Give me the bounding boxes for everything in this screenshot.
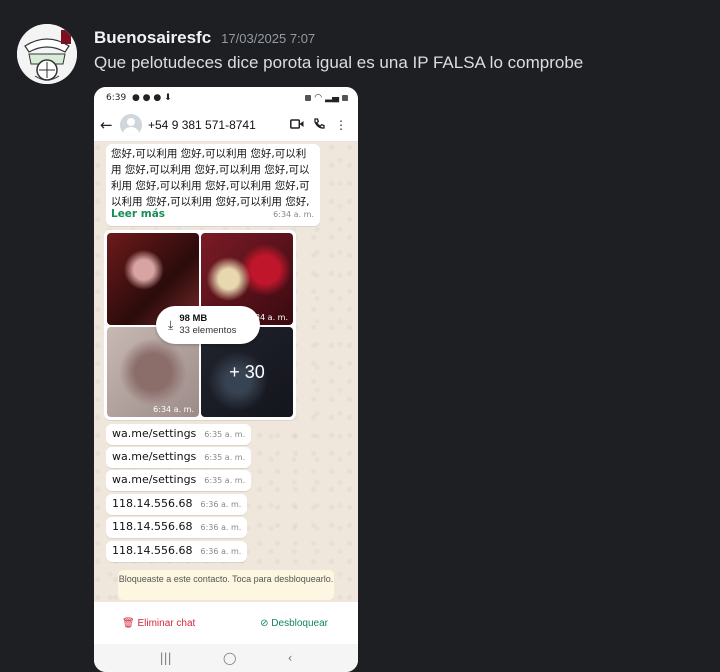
back-arrow-icon: ← <box>100 116 113 134</box>
whatsapp-chat-header: ← +54 9 381 571-8741 ⋮ <box>94 109 358 142</box>
status-time: 6:39 <box>106 93 127 103</box>
chat-area: 您好,可以利用 您好,可以利用 您好,可以利用 您好,可以利用 您好,可以利用 … <box>94 142 358 602</box>
alarm-icon <box>305 95 312 101</box>
bubble-text: wa.me/settings <box>112 427 197 440</box>
download-count: 33 elementos <box>179 325 237 336</box>
bubble-time: 6:35 a. m. <box>204 476 246 485</box>
username[interactable]: Buenosairesfc <box>94 28 211 48</box>
bubble-text: 118.14.556.68 <box>112 520 193 533</box>
message-header: Buenosairesfc 17/03/2025 7:07 <box>94 28 315 48</box>
media-time: 6:34 a. m. <box>153 405 194 414</box>
spam-text-bubble: 您好,可以利用 您好,可以利用 您好,可以利用 您好,可以利用 您好,可以利用 … <box>106 144 320 226</box>
video-call-icon <box>286 118 308 132</box>
bubble-text: wa.me/settings <box>112 450 197 463</box>
download-icon: ⤓ <box>168 317 174 332</box>
bubble-text: 118.14.556.68 <box>112 497 193 510</box>
bubble-text: 118.14.556.68 <box>112 544 193 557</box>
chat-message: Buenosairesfc 17/03/2025 7:07 Que pelotu… <box>0 0 720 672</box>
unblock-label: Desbloquear <box>271 617 328 629</box>
chat-bubble: wa.me/settings 6:35 a. m. <box>106 424 252 445</box>
trash-icon: 🗑 <box>122 617 135 629</box>
back-icon: ‹ <box>287 651 293 665</box>
download-pill: ⤓ 98 MB 33 elementos <box>156 306 260 344</box>
home-icon: ◯ <box>222 651 237 665</box>
media-gallery-bubble: 6:34 a. m. 6:34 a. m. + 30 ⤓ 98 MB 33 el… <box>104 230 296 420</box>
notification-icons: ● ● ● ⬇ <box>129 93 172 103</box>
android-nav-bar: ||| ◯ ‹ <box>94 644 358 672</box>
spam-text: 您好,可以利用 您好,可以利用 您好,可以利用 您好,可以利用 您好,可以利用 … <box>111 148 310 208</box>
blocked-action-bar: 🗑 Eliminar chat ⊘ Desbloquear <box>94 602 358 644</box>
battery-icon <box>342 95 348 101</box>
message-content: Que pelotudeces dice porota igual es una… <box>94 53 584 72</box>
bubble-time: 6:35 a. m. <box>204 430 246 439</box>
crest-logo-icon <box>17 24 77 84</box>
delete-chat-button: 🗑 Eliminar chat <box>122 618 195 629</box>
bubble-time: 6:35 a. m. <box>204 453 246 462</box>
user-avatar[interactable] <box>17 24 77 84</box>
bubble-time: 6:36 a. m. <box>200 547 242 556</box>
bubble-time: 6:36 a. m. <box>200 500 242 509</box>
status-icons: ◠ ▂▄ <box>305 93 348 103</box>
phone-call-icon <box>308 117 330 133</box>
image-attachment[interactable]: 6:39 ● ● ● ⬇ ◠ ▂▄ ← +54 9 381 571-8741 ⋮ <box>94 87 358 672</box>
recents-icon: ||| <box>159 651 172 665</box>
chat-bubble: wa.me/settings 6:35 a. m. <box>106 447 252 468</box>
bubble-text: wa.me/settings <box>112 473 197 486</box>
contact-avatar <box>120 114 142 136</box>
unblock-button: ⊘ Desbloquear <box>260 618 328 629</box>
chat-bubble: 118.14.556.68 6:36 a. m. <box>106 494 248 515</box>
wifi-icon: ◠ <box>314 93 323 103</box>
more-options-icon: ⋮ <box>335 118 347 132</box>
chat-bubble: wa.me/settings 6:35 a. m. <box>106 470 252 491</box>
chat-bubble: 118.14.556.68 6:36 a. m. <box>106 517 248 538</box>
phone-status-bar: 6:39 ● ● ● ⬇ ◠ ▂▄ <box>94 87 358 109</box>
message-timestamp: 17/03/2025 7:07 <box>221 31 316 46</box>
contact-phone: +54 9 381 571-8741 <box>148 118 256 132</box>
unblock-icon: ⊘ <box>260 617 269 629</box>
signal-icon: ▂▄ <box>325 93 339 103</box>
message-time: 6:34 a. m. <box>273 210 314 219</box>
blocked-notice: Bloqueaste a este contacto. Toca para de… <box>118 570 334 600</box>
download-size: 98 MB <box>179 313 208 324</box>
chat-bubble: 118.14.556.68 6:36 a. m. <box>106 541 248 562</box>
bubble-time: 6:36 a. m. <box>200 523 242 532</box>
delete-chat-label: Eliminar chat <box>137 617 196 629</box>
